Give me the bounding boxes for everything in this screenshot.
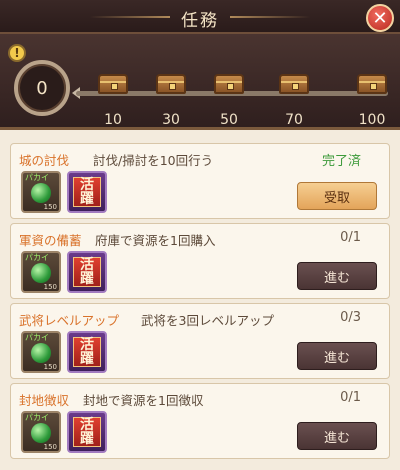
- milestone-10[interactable]: 10: [93, 74, 133, 128]
- scroll-char: 活: [80, 337, 94, 353]
- jade-reward-icon[interactable]: パカイ 150: [21, 171, 61, 213]
- go-button[interactable]: 進む: [297, 342, 377, 370]
- reward-count: 150: [43, 443, 57, 451]
- reward-tag: パカイ: [25, 253, 49, 262]
- header-ornament-right: [230, 16, 310, 18]
- task-card: 武将レベルアップ 武将を3回レベルアップ 0/3 パカイ 150 活 躍 進む: [10, 303, 390, 379]
- task-name: 封地徴収: [19, 393, 70, 408]
- task-status: 0/3: [340, 310, 361, 325]
- reward-count: 150: [43, 363, 57, 371]
- task-description: 討伐/掃討を10回行う: [93, 153, 214, 168]
- close-button[interactable]: ✕: [366, 4, 394, 32]
- task-description: 封地で資源を1回徴収: [83, 393, 204, 408]
- activity-scroll-reward-icon[interactable]: 活 躍: [67, 171, 107, 213]
- milestone-label: 30: [162, 112, 180, 128]
- chest-icon: [156, 74, 186, 94]
- jade-orb-icon: [31, 183, 51, 203]
- milestone-50[interactable]: 50: [209, 74, 249, 128]
- go-button[interactable]: 進む: [297, 262, 377, 290]
- chest-icon: [357, 74, 387, 94]
- reward-tag: パカイ: [25, 173, 49, 182]
- task-name: 武将レベルアップ: [19, 313, 120, 328]
- scroll-char: 躍: [80, 191, 94, 207]
- chest-icon: [214, 74, 244, 94]
- jade-reward-icon[interactable]: パカイ 150: [21, 331, 61, 373]
- milestone-label: 10: [104, 112, 122, 128]
- scroll-char: 躍: [80, 271, 94, 287]
- task-status: 完了済: [321, 154, 361, 169]
- reward-tag: パカイ: [25, 413, 49, 422]
- reward-count: 150: [43, 203, 57, 211]
- jade-orb-icon: [31, 263, 51, 283]
- page-title: 任務: [181, 11, 219, 31]
- header-bar: 任務 ✕: [0, 0, 400, 34]
- jade-reward-icon[interactable]: パカイ 150: [21, 251, 61, 293]
- scroll-char: 躍: [80, 351, 94, 367]
- milestone-label: 50: [220, 112, 238, 128]
- chest-icon: [98, 74, 128, 94]
- task-card: 封地徴収 封地で資源を1回徴収 0/1 パカイ 150 活 躍 進む: [10, 383, 390, 459]
- task-card: 城の討伐 討伐/掃討を10回行う 完了済 パカイ 150 活 躍 受取: [10, 143, 390, 219]
- activity-progress-panel: ! 0 10 30 50 70 100: [0, 34, 400, 130]
- scroll-char: 活: [80, 177, 94, 193]
- claim-button[interactable]: 受取: [297, 182, 377, 210]
- task-card: 軍資の備蓄 府庫で資源を1回購入 0/1 パカイ 150 活 躍 進む: [10, 223, 390, 299]
- scroll-icon: 活 躍: [73, 257, 101, 287]
- reward-count: 150: [43, 283, 57, 291]
- activity-points: 0: [14, 60, 70, 116]
- scroll-icon: 活 躍: [73, 417, 101, 447]
- milestone-70[interactable]: 70: [274, 74, 314, 128]
- milestone-label: 70: [285, 112, 303, 128]
- scroll-char: 活: [80, 257, 94, 273]
- jade-reward-icon[interactable]: パカイ 150: [21, 411, 61, 453]
- task-status: 0/1: [340, 230, 361, 245]
- milestone-30[interactable]: 30: [151, 74, 191, 128]
- scroll-char: 活: [80, 417, 94, 433]
- activity-scroll-reward-icon[interactable]: 活 躍: [67, 331, 107, 373]
- scroll-char: 躍: [80, 431, 94, 447]
- scroll-icon: 活 躍: [73, 177, 101, 207]
- go-button[interactable]: 進む: [297, 422, 377, 450]
- scroll-icon: 活 躍: [73, 337, 101, 367]
- task-name: 城の討伐: [19, 153, 70, 168]
- jade-orb-icon: [31, 423, 51, 443]
- task-description: 武将を3回レベルアップ: [141, 313, 274, 328]
- milestone-label: 100: [358, 112, 386, 128]
- activity-scroll-reward-icon[interactable]: 活 躍: [67, 411, 107, 453]
- milestone-100[interactable]: 100: [352, 74, 392, 128]
- task-status: 0/1: [340, 390, 361, 405]
- jade-orb-icon: [31, 343, 51, 363]
- activity-scroll-reward-icon[interactable]: 活 躍: [67, 251, 107, 293]
- task-name: 軍資の備蓄: [19, 233, 82, 248]
- task-description: 府庫で資源を1回購入: [95, 233, 216, 248]
- reward-tag: パカイ: [25, 333, 49, 342]
- chest-icon: [279, 74, 309, 94]
- info-icon[interactable]: !: [8, 44, 26, 62]
